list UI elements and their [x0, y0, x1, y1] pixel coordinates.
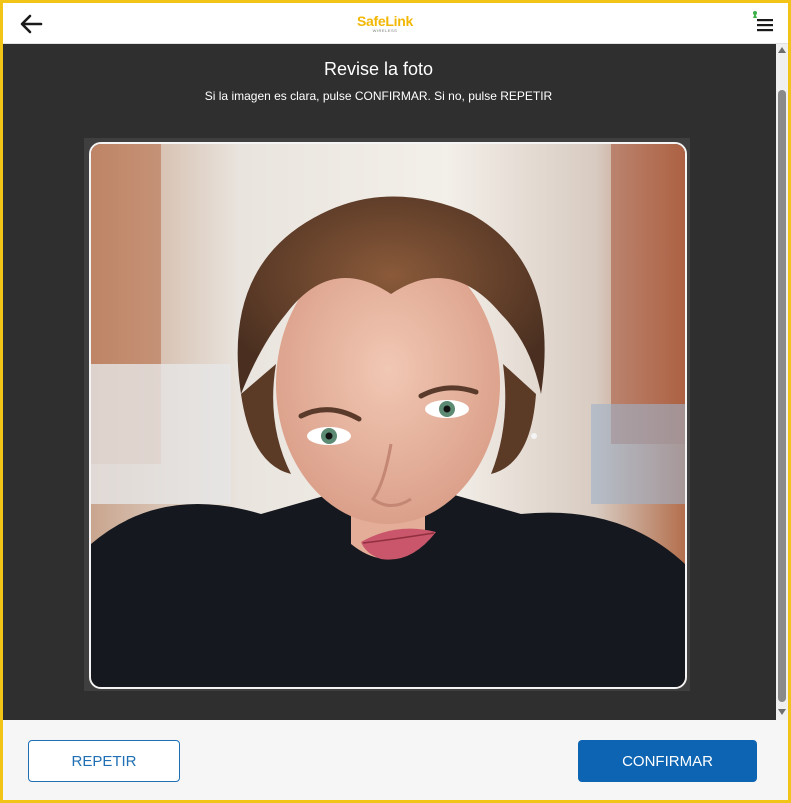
menu-button[interactable] — [749, 9, 777, 37]
safelink-logo: SafeLink WIRELESS — [355, 14, 415, 38]
vertical-scrollbar[interactable] — [776, 44, 788, 720]
page-title: Revise la foto — [323, 59, 434, 79]
action-bar: REPETIR CONFIRMAR — [3, 720, 788, 800]
photo-container — [84, 138, 690, 691]
hamburger-menu-icon — [753, 11, 773, 32]
logo-text: SafeLink — [357, 13, 413, 29]
back-button[interactable] — [17, 11, 45, 37]
app-frame: SafeLink WIRELESS Revise la foto Si la i… — [0, 0, 791, 803]
retake-button[interactable]: REPETIR — [28, 740, 180, 782]
scroll-down-arrow-icon[interactable] — [778, 709, 786, 715]
captured-photo — [89, 142, 687, 689]
confirm-button[interactable]: CONFIRMAR — [578, 740, 757, 782]
photo-review-panel: Revise la foto Si la imagen es clara, pu… — [3, 44, 776, 720]
top-bar: SafeLink WIRELESS — [3, 3, 788, 44]
scrollbar-thumb[interactable] — [778, 90, 786, 702]
arrow-left-icon — [20, 14, 43, 34]
instruction-text: Si la imagen es clara, pulse CONFIRMAR. … — [204, 89, 553, 103]
scroll-up-arrow-icon[interactable] — [778, 47, 786, 53]
selfie-photo — [91, 144, 685, 687]
